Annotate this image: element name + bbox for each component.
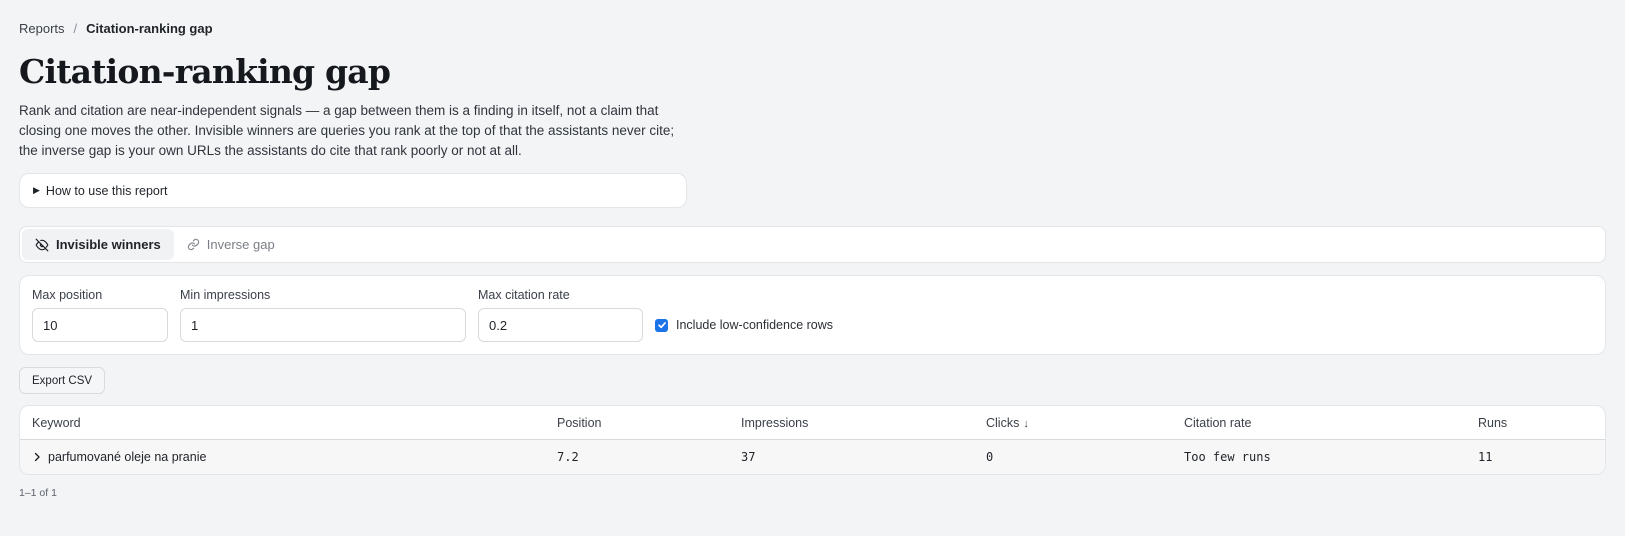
cell-keyword: parfumované oleje na pranie [20, 450, 545, 465]
cell-runs: 11 [1478, 450, 1493, 464]
table-row[interactable]: parfumované oleje na pranie 7.2 37 0 Too… [20, 440, 1605, 474]
chevron-right-icon[interactable] [32, 450, 42, 465]
tab-invisible-winners-label: Invisible winners [56, 237, 161, 252]
column-header-runs[interactable]: Runs [1466, 416, 1605, 430]
cell-citation-rate: Too few runs [1184, 450, 1271, 464]
how-to-use-disclosure[interactable]: ▶ How to use this report [19, 173, 687, 208]
cell-position: 7.2 [557, 450, 579, 464]
page-title: Citation-ranking gap [19, 52, 391, 91]
column-header-citation-rate[interactable]: Citation rate [1172, 416, 1466, 430]
column-header-clicks[interactable]: Clicks ↓ [974, 416, 1172, 430]
tab-invisible-winners[interactable]: Invisible winners [22, 229, 174, 260]
report-tabs: Invisible winners Inverse gap [19, 226, 1606, 263]
tab-inverse-gap[interactable]: Inverse gap [174, 229, 288, 260]
column-header-keyword[interactable]: Keyword [20, 416, 545, 430]
min-impressions-field: Min impressions 1 [180, 288, 466, 342]
eye-off-icon [35, 238, 49, 251]
link-icon [187, 238, 199, 251]
tab-inverse-gap-label: Inverse gap [206, 237, 275, 252]
max-citation-rate-input[interactable]: 0.2 [478, 308, 643, 342]
cell-impressions: 37 [741, 450, 756, 464]
low-confidence-checkbox[interactable] [655, 318, 668, 332]
table-header: Keyword Position Impressions Clicks ↓ Cit… [20, 406, 1605, 440]
min-impressions-input[interactable]: 1 [180, 308, 466, 342]
page: Reports / Citation-ranking gap Citation-… [0, 0, 1625, 499]
max-position-label: Max position [32, 288, 103, 302]
results-table: Keyword Position Impressions Clicks ↓ Cit… [19, 405, 1606, 475]
low-confidence-toggle[interactable]: Include low-confidence rows [655, 308, 833, 342]
filters-panel: Max position 10 Min impressions 1 Max ci… [19, 275, 1606, 355]
keyword-text: parfumované oleje na pranie [48, 450, 207, 464]
breadcrumb-separator: / [73, 20, 78, 36]
sort-desc-icon: ↓ [1023, 417, 1029, 430]
breadcrumb-reports-link[interactable]: Reports [19, 21, 65, 36]
checkmark-icon [657, 322, 666, 329]
low-confidence-label: Include low-confidence rows [676, 318, 834, 332]
breadcrumb: Reports / Citation-ranking gap [19, 20, 1606, 36]
cell-clicks: 0 [986, 450, 994, 464]
breadcrumb-current: Citation-ranking gap [86, 20, 213, 36]
disclosure-triangle-icon: ▶ [33, 185, 40, 195]
max-citation-rate-field: Max citation rate 0.2 [478, 288, 643, 342]
column-header-position[interactable]: Position [545, 416, 729, 430]
max-position-input[interactable]: 10 [32, 308, 168, 342]
pagination-summary: 1–1 of 1 [19, 487, 57, 499]
max-position-field: Max position 10 [32, 288, 168, 342]
page-description: Rank and citation are near-independent s… [19, 103, 675, 158]
max-citation-rate-label: Max citation rate [478, 288, 570, 302]
min-impressions-label: Min impressions [180, 288, 271, 302]
how-to-use-label: How to use this report [45, 183, 168, 198]
column-header-clicks-label: Clicks [986, 415, 1020, 430]
column-header-impressions[interactable]: Impressions [729, 416, 974, 430]
export-csv-button[interactable]: Export CSV [19, 367, 106, 394]
